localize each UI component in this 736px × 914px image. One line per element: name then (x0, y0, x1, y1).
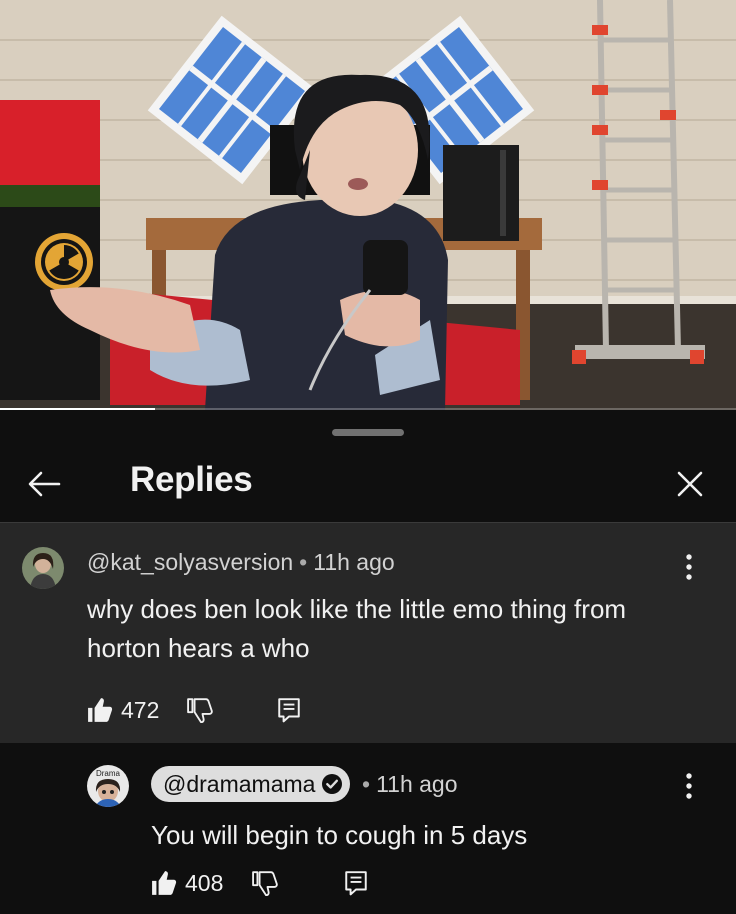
replies-panel: Replies @kat_solyasversion • 11h ago why… (0, 412, 736, 914)
meta-separator: • (362, 771, 371, 797)
like-button[interactable]: 408 (151, 863, 223, 903)
avatar-label: Drama (96, 769, 121, 778)
drag-handle[interactable] (332, 429, 404, 436)
close-icon (677, 471, 703, 497)
reply-icon (345, 871, 367, 896)
reply-button[interactable] (344, 863, 368, 903)
comment-actions: 472 (87, 690, 327, 730)
close-button[interactable] (668, 464, 712, 504)
reply-icon (278, 698, 300, 723)
arrow-left-icon (28, 471, 61, 497)
meta-separator: • (299, 549, 308, 575)
parent-comment: @kat_solyasversion • 11h ago why does ben … (0, 523, 736, 743)
avatar[interactable] (22, 547, 64, 589)
reply-comment: Drama @dramamama • 11h ago You will begin… (0, 743, 736, 914)
comment-text: why does ben look like the little emo th… (87, 590, 626, 668)
more-vert-icon (686, 773, 692, 799)
reply-time: 11h ago (376, 771, 458, 797)
reply-author: @dramamama (163, 770, 316, 797)
comment-menu-button[interactable] (674, 547, 704, 587)
replies-header: Replies (0, 442, 736, 522)
like-count: 408 (185, 869, 224, 896)
page-title: Replies (130, 460, 253, 499)
thumbs-down-icon (187, 698, 213, 723)
reply-actions: 408 (151, 863, 391, 903)
avatar[interactable]: Drama (87, 765, 129, 807)
video-progress-fill (0, 408, 155, 410)
reply-menu-button[interactable] (674, 766, 704, 806)
video-player[interactable] (0, 0, 736, 410)
reply-button[interactable] (277, 690, 301, 730)
comment-time: 11h ago (313, 549, 395, 575)
comment-author[interactable]: @kat_solyasversion (87, 549, 293, 575)
more-vert-icon (686, 554, 692, 580)
thumbs-up-icon (88, 698, 113, 722)
video-progress-bar[interactable] (0, 408, 736, 410)
verified-check-icon (322, 774, 343, 794)
back-button[interactable] (22, 464, 66, 504)
dislike-button[interactable] (187, 690, 213, 730)
comment-text-line-1: why does ben look like the little emo th… (87, 594, 627, 624)
author-handle-pill[interactable]: @dramamama (151, 766, 351, 802)
dislike-button[interactable] (252, 863, 278, 903)
thumbs-up-icon (152, 871, 177, 895)
comment-text-line-2: horton hears a who (87, 633, 310, 663)
video-frame (0, 0, 736, 410)
reply-text: You will begin to cough in 5 days (151, 820, 528, 850)
like-count: 472 (121, 696, 160, 723)
like-button[interactable]: 472 (87, 690, 159, 730)
radiation-icon (35, 233, 93, 291)
thumbs-down-icon (252, 871, 278, 896)
